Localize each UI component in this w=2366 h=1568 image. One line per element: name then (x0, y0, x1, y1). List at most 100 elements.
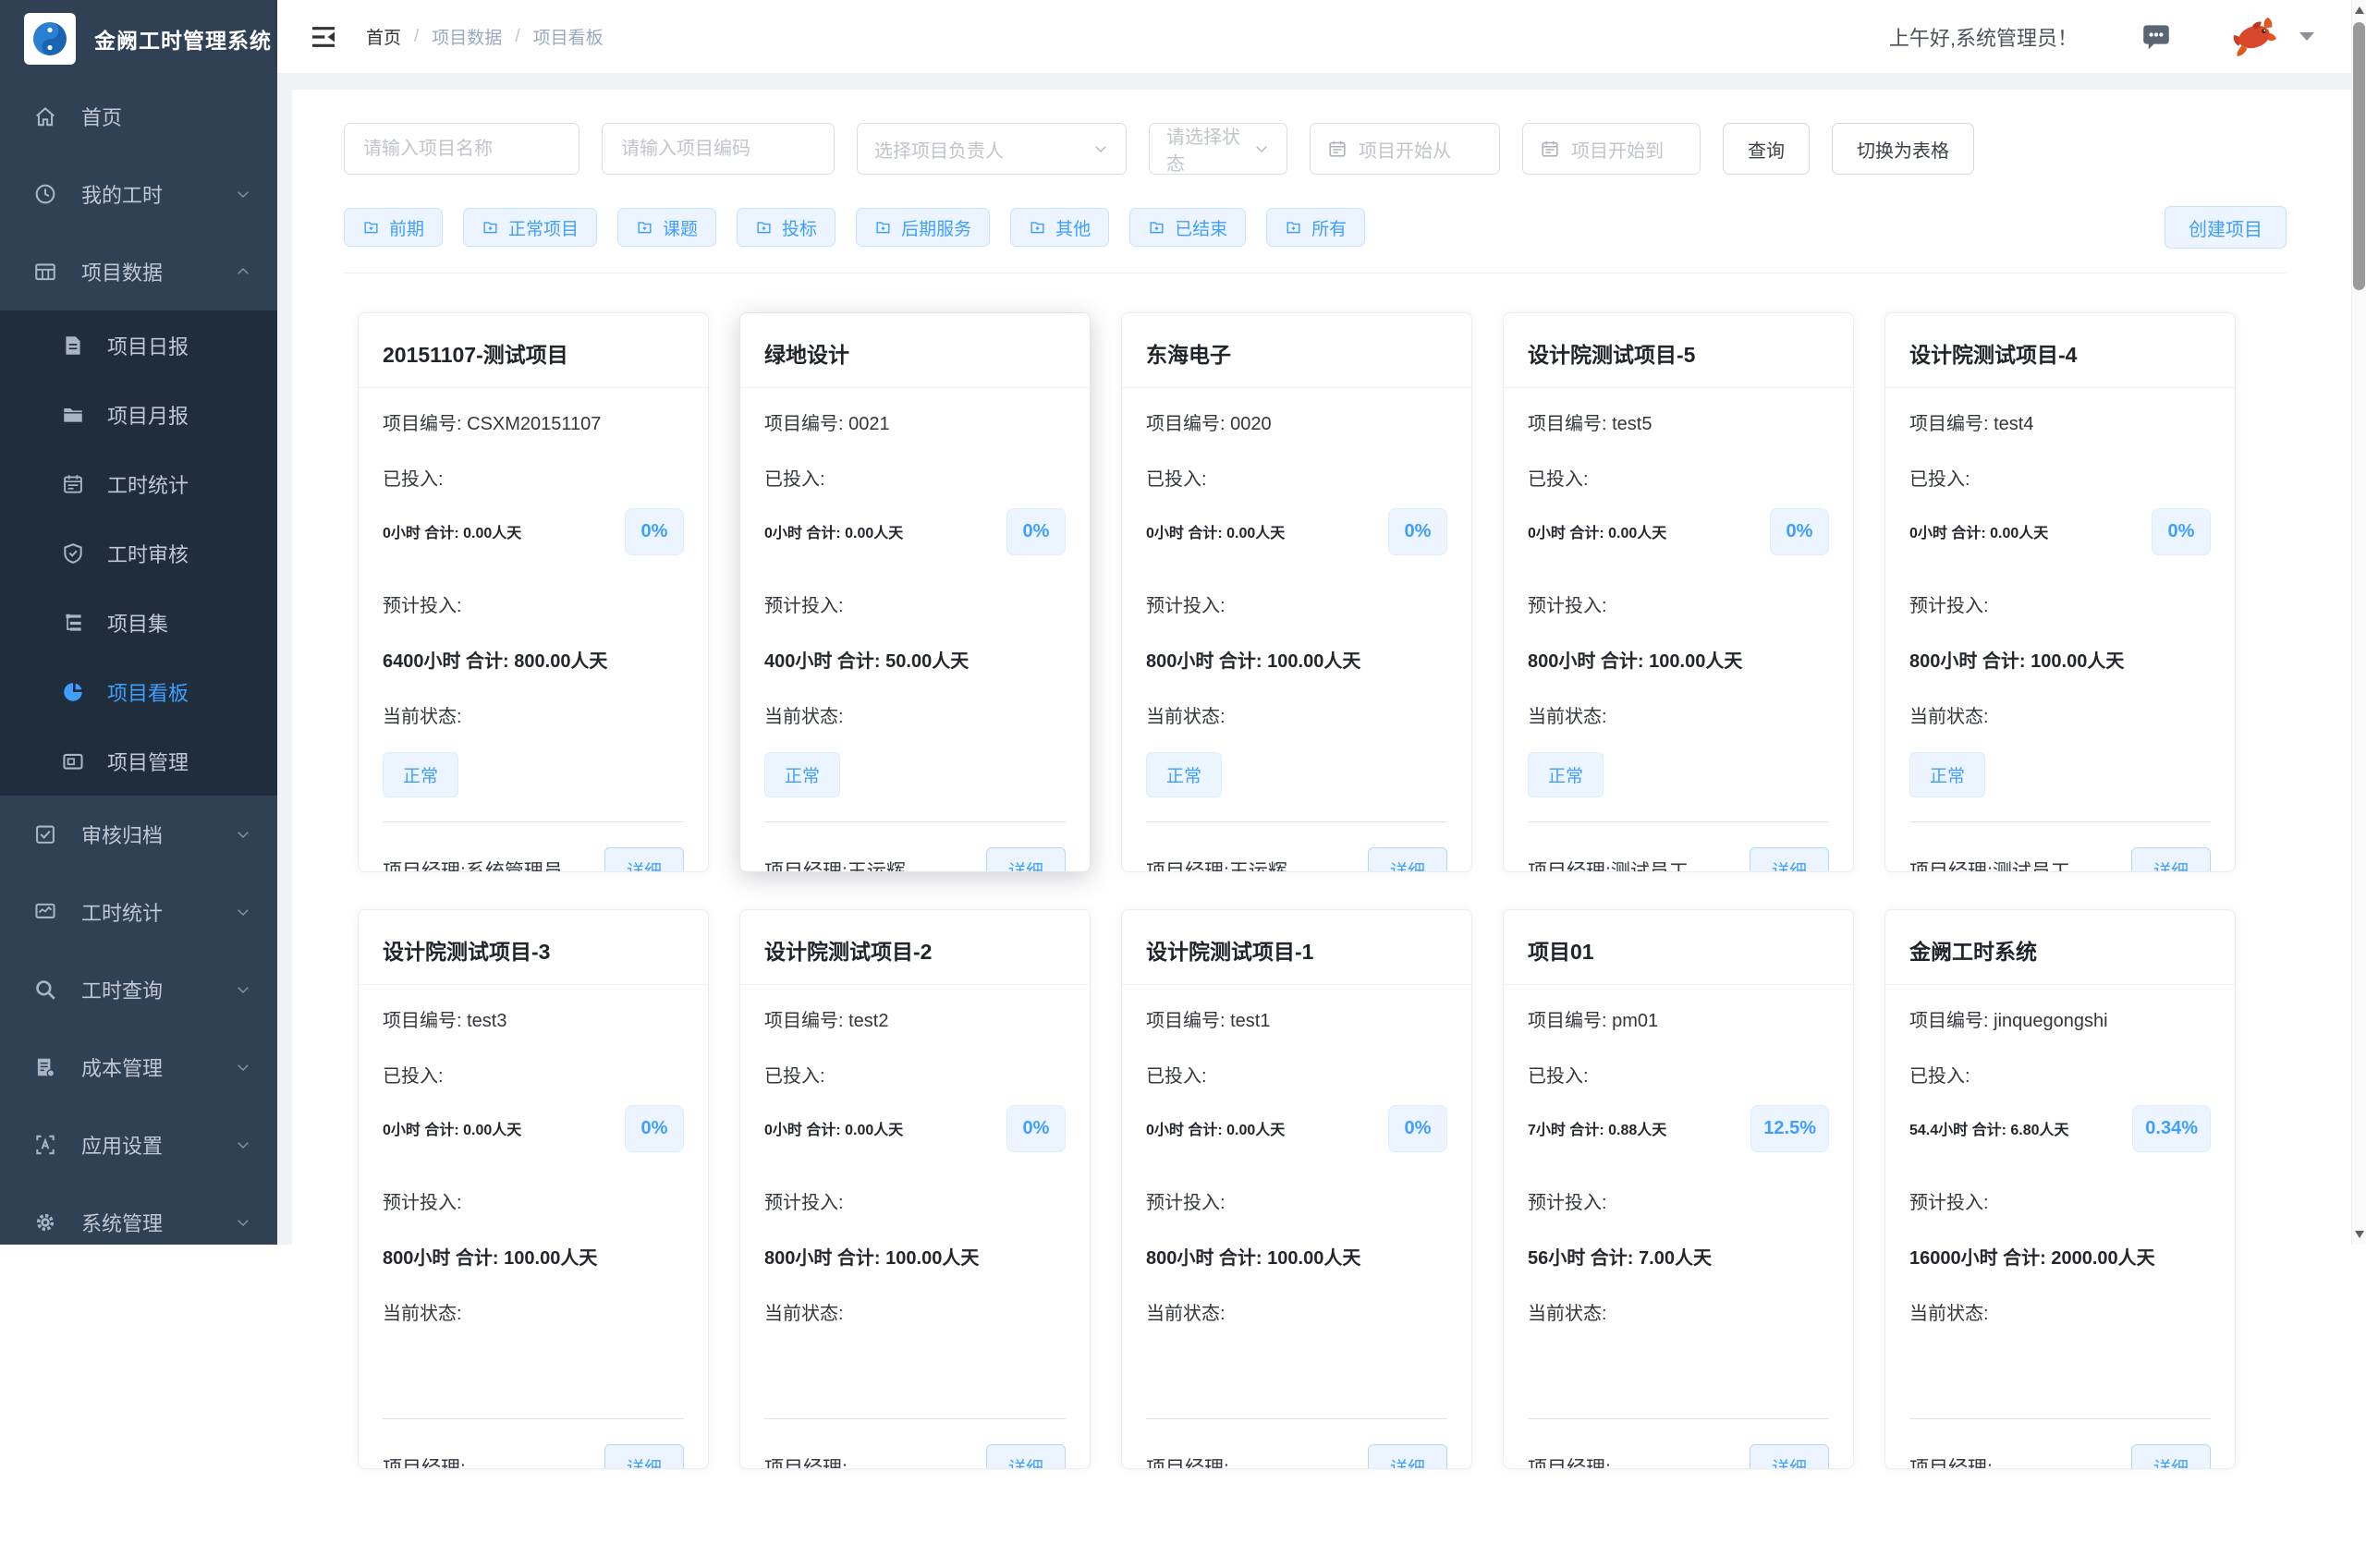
sidebar-item-4[interactable]: 项目月报 (0, 380, 277, 449)
category-tag-button-1[interactable]: 正常项目 (463, 208, 597, 247)
project-code-value: test3 (467, 1011, 506, 1031)
status-row (764, 1349, 1066, 1390)
detail-button[interactable]: 详细 (1750, 1444, 1829, 1469)
sidebar-item-8[interactable]: 项目看板 (0, 657, 277, 726)
sidebar-item-label: 工时查询 (81, 975, 163, 1004)
date-from-picker[interactable]: 项目开始从 (1310, 123, 1500, 175)
invested-value-row: 0小时 合计: 0.00人天 0% (1146, 1104, 1447, 1152)
project-card: 设计院测试项目-5 项目编号: test5 已投入: 0小时 合计: 0.00人… (1503, 312, 1854, 872)
project-code-value: test1 (1230, 1011, 1270, 1031)
invested-label: 已投入: (1146, 464, 1447, 491)
detail-button[interactable]: 详细 (2131, 1444, 2211, 1469)
avatar-dropdown-caret-icon[interactable] (2299, 32, 2314, 41)
breadcrumb-project-data[interactable]: 项目数据 (432, 24, 502, 49)
sidebar-item-7[interactable]: 项目集 (0, 588, 277, 657)
category-tag-button-6[interactable]: 已结束 (1129, 208, 1246, 247)
sidebar-item-9[interactable]: 项目管理 (0, 726, 277, 796)
status-row: 正常 (1528, 752, 1829, 793)
sidebar-item-label: 项目数据 (81, 257, 163, 286)
manager-row: 项目经理: 详细 (1146, 1444, 1447, 1469)
project-code-value: test2 (848, 1011, 888, 1031)
sidebar-item-1[interactable]: 我的工时 (0, 155, 277, 233)
invested-label: 已投入: (764, 1061, 1066, 1088)
invested-value: 0小时 合计: 0.00人天 (764, 1117, 903, 1139)
detail-button[interactable]: 详细 (1368, 1444, 1447, 1469)
detail-button[interactable]: 详细 (986, 847, 1066, 872)
search-icon (33, 978, 57, 1002)
status-select[interactable]: 请选择状态 (1149, 123, 1287, 175)
card-divider (1528, 1418, 1829, 1419)
manager-row: 项目经理: 详细 (383, 1444, 684, 1469)
detail-button[interactable]: 详细 (1368, 847, 1447, 872)
detail-button[interactable]: 详细 (2131, 847, 2211, 872)
user-avatar-fish-icon[interactable] (2231, 16, 2277, 58)
manager-label: 项目经理: (383, 1453, 466, 1470)
sidebar-item-3[interactable]: 项目日报 (0, 310, 277, 380)
invested-value: 0小时 合计: 0.00人天 (764, 520, 903, 542)
menu-fold-icon[interactable] (309, 22, 338, 52)
project-code-row: 项目编号: test1 (1146, 1005, 1447, 1032)
invested-label: 已投入: (1909, 464, 2211, 491)
project-code-label: 项目编号: (764, 414, 848, 434)
manager-row: 项目经理: 详细 (764, 1444, 1066, 1469)
message-bubble-icon[interactable] (2139, 19, 2174, 55)
invested-value-row: 7小时 合计: 0.88人天 12.5% (1528, 1104, 1829, 1152)
scrollbar-thumb[interactable] (2353, 22, 2365, 290)
manager-label: 项目经理: (1146, 857, 1229, 873)
category-tag-button-4[interactable]: 后期服务 (856, 208, 990, 247)
scrollbar-up-arrow-icon[interactable] (2355, 6, 2364, 14)
toggle-table-button[interactable]: 切换为表格 (1832, 123, 1974, 175)
detail-button[interactable]: 详细 (604, 1444, 684, 1469)
sidebar-item-11[interactable]: 工时统计 (0, 873, 277, 951)
sidebar-item-15[interactable]: 系统管理 (0, 1184, 277, 1245)
category-tag-button-0[interactable]: 前期 (344, 208, 443, 247)
category-tag-button-5[interactable]: 其他 (1010, 208, 1109, 247)
detail-button[interactable]: 详细 (986, 1444, 1066, 1469)
project-code-label: 项目编号: (1909, 414, 1994, 434)
sidebar-item-label: 审核归档 (81, 820, 163, 849)
percent-badge: 0% (1006, 508, 1066, 555)
project-name-input[interactable] (344, 123, 579, 175)
project-code-label: 项目编号: (383, 1011, 467, 1031)
planned-value: 800小时 合计: 100.00人天 (1146, 1243, 1447, 1270)
sidebar-item-12[interactable]: 工时查询 (0, 951, 277, 1028)
vertical-scrollbar[interactable] (2351, 0, 2366, 1245)
sidebar-item-5[interactable]: 工时统计 (0, 449, 277, 518)
chevron-down-icon (235, 1136, 251, 1153)
project-owner-select[interactable]: 选择项目负责人 (857, 123, 1127, 175)
invested-value-row: 0小时 合计: 0.00人天 0% (1909, 507, 2211, 555)
content-panel: 选择项目负责人 请选择状态 项目开始从 (292, 90, 2351, 1568)
project-card-title: 设计院测试项目-1 (1122, 910, 1471, 985)
date-to-picker[interactable]: 项目开始到 (1522, 123, 1701, 175)
status-badge: 正常 (383, 752, 458, 797)
folder-add-icon (755, 219, 773, 237)
category-tag-button-3[interactable]: 投标 (737, 208, 835, 247)
sidebar-item-2[interactable]: 项目数据 (0, 233, 277, 310)
invested-value-row: 0小时 合计: 0.00人天 0% (1146, 507, 1447, 555)
card-divider (764, 821, 1066, 822)
project-code-value: CSXM20151107 (467, 414, 601, 434)
category-tag-button-2[interactable]: 课题 (617, 208, 716, 247)
project-code-value: test4 (1994, 414, 2033, 434)
category-tag-button-7[interactable]: 所有 (1266, 208, 1365, 247)
sidebar-item-14[interactable]: 应用设置 (0, 1106, 277, 1184)
card-divider (383, 1418, 684, 1419)
content-area: 选择项目负责人 请选择状态 项目开始从 (277, 75, 2351, 1245)
sidebar-item-13[interactable]: 成本管理 (0, 1028, 277, 1106)
planned-value: 6400小时 合计: 800.00人天 (383, 646, 684, 673)
sidebar-item-10[interactable]: 审核归档 (0, 796, 277, 873)
sidebar-item-6[interactable]: 工时审核 (0, 518, 277, 588)
detail-button[interactable]: 详细 (1750, 847, 1829, 872)
sidebar-item-label: 成本管理 (81, 1052, 163, 1082)
sidebar-item-0[interactable]: 首页 (0, 78, 277, 155)
scrollbar-down-arrow-icon[interactable] (2355, 1231, 2364, 1238)
detail-button[interactable]: 详细 (604, 847, 684, 872)
planned-value: 800小时 合计: 100.00人天 (1909, 646, 2211, 673)
project-card-title: 东海电子 (1122, 313, 1471, 388)
chevron-down-icon (235, 826, 251, 843)
search-button[interactable]: 查询 (1723, 123, 1810, 175)
project-code-input[interactable] (602, 123, 835, 175)
breadcrumb-home[interactable]: 首页 (366, 24, 401, 49)
create-project-button[interactable]: 创建项目 (2165, 206, 2287, 249)
card-divider (1146, 821, 1447, 822)
